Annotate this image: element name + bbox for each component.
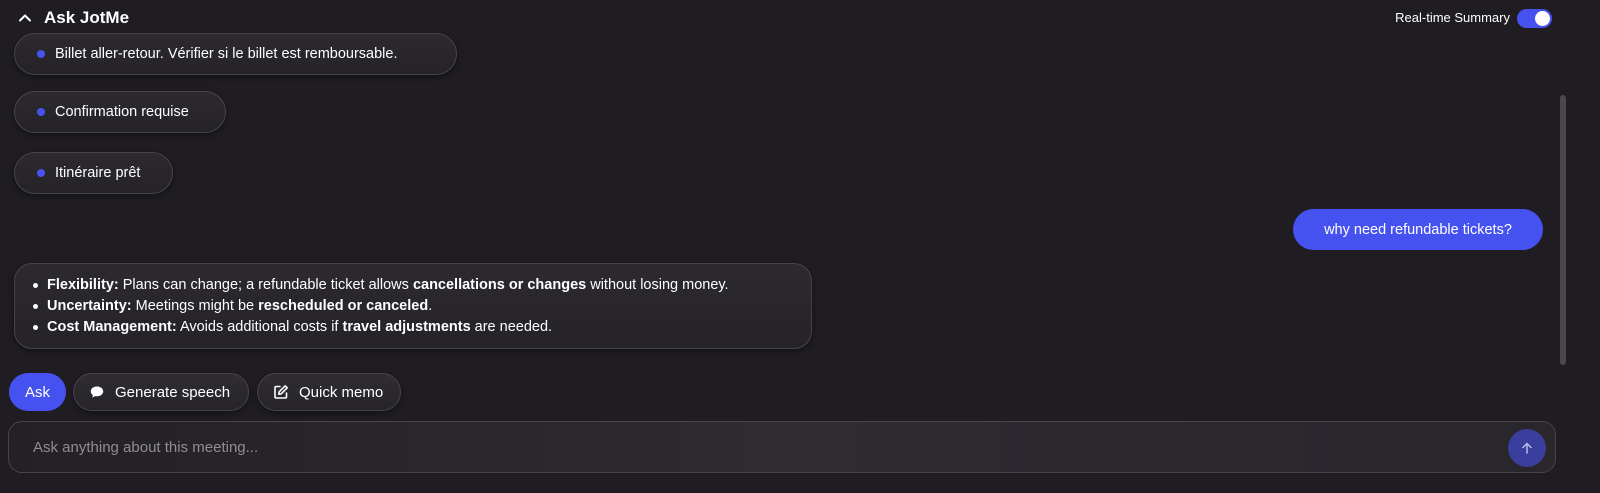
ask-input[interactable] [31,422,1495,473]
answer-item-text: Meetings might be [131,298,259,314]
realtime-summary-toggle[interactable] [1517,9,1552,28]
generate-speech-button[interactable]: Generate speech [73,373,249,411]
user-message-text: why need refundable tickets? [1324,221,1512,238]
realtime-summary-label: Real-time Summary [1395,10,1510,25]
panel-title: Ask JotMe [44,8,130,27]
answer-item-text: Plans can change; a refundable ticket al… [118,277,413,293]
answer-item-emphasis: cancellations or changes [412,277,587,293]
scrollbar-thumb[interactable] [1560,95,1566,365]
answer-item-emphasis: rescheduled or canceled [258,298,429,314]
chat-bubble-icon [89,384,105,400]
answer-item-text: without losing money. [586,277,729,293]
summary-pill[interactable]: Confirmation requise [14,91,226,133]
answer-list: Flexibility: Plans can change; a refunda… [31,275,797,338]
answer-item: Flexibility: Plans can change; a refunda… [31,275,797,296]
summary-pill[interactable]: Billet aller-retour. Vérifier si le bill… [14,33,457,75]
user-message-bubble: why need refundable tickets? [1293,209,1543,250]
chat-area: Billet aller-retour. Vérifier si le bill… [0,30,1555,360]
chat-scrollbar[interactable] [1558,40,1568,370]
answer-item: Uncertainty: Meetings might be reschedul… [31,296,797,317]
edit-icon [273,384,289,400]
chevron-up-icon[interactable] [16,9,34,27]
answer-item-label: Cost Management: [47,319,177,335]
answer-item: Cost Management: Avoids additional costs… [31,317,797,338]
send-button[interactable] [1508,429,1546,467]
answer-item-text: . [428,298,433,314]
summary-pill-text: Confirmation requise [55,104,189,120]
toggle-knob [1535,11,1550,26]
summary-pill[interactable]: Itinéraire prêt [14,152,173,194]
ask-button-label: Ask [24,383,50,401]
bullet-dot-icon [37,169,45,177]
ask-input-container [8,421,1556,473]
quick-memo-button[interactable]: Quick memo [257,373,401,411]
quick-memo-label: Quick memo [299,383,384,401]
bullet-dot-icon [37,50,45,58]
generate-speech-label: Generate speech [115,383,231,401]
assistant-answer-bubble: Flexibility: Plans can change; a refunda… [14,263,812,349]
answer-item-label: Flexibility: [47,277,119,293]
summary-pill-text: Itinéraire prêt [55,165,141,181]
action-bar: Ask Generate speech Quick memo [0,372,1600,412]
ask-button[interactable]: Ask [9,373,66,411]
answer-item-emphasis: travel adjustments [342,319,471,335]
ask-jotme-panel: Ask JotMe Real-time Summary Billet aller… [0,0,1600,493]
answer-item-text: are needed. [470,319,553,335]
answer-item-label: Uncertainty: [47,298,132,314]
summary-pill-text: Billet aller-retour. Vérifier si le bill… [55,46,398,62]
answer-item-text: Avoids additional costs if [176,319,343,335]
arrow-up-icon [1520,441,1534,455]
bullet-dot-icon [37,108,45,116]
